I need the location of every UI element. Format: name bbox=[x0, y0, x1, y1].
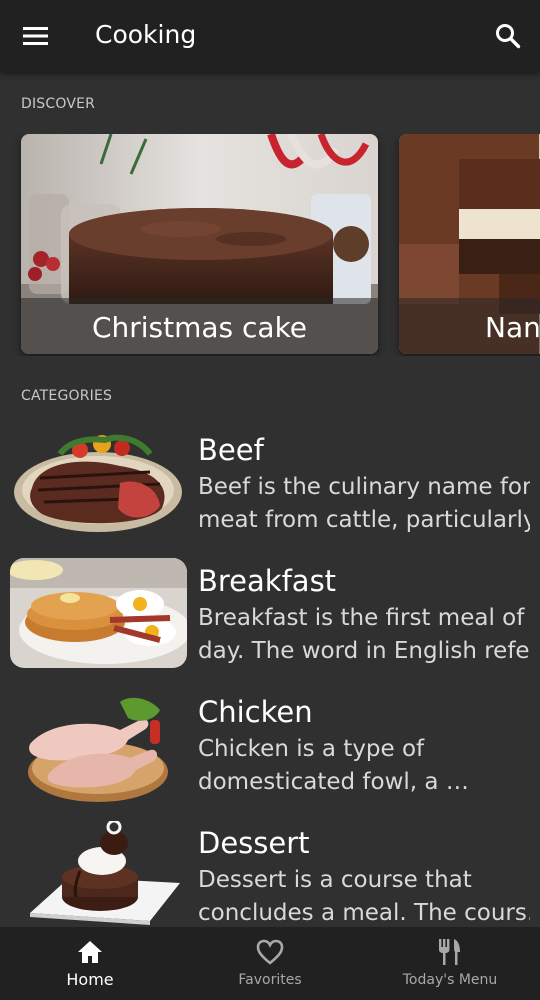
category-description-line-1: Dessert is a course that bbox=[198, 867, 472, 893]
category-name: Beef bbox=[198, 433, 264, 467]
category-description-line-2: day. The word in English refe… bbox=[198, 638, 530, 664]
discover-card-title: Christmas cake bbox=[91, 311, 308, 344]
category-name: Chicken bbox=[198, 695, 313, 729]
category-description-line-2: concludes a meal. The cours… bbox=[198, 900, 530, 926]
category-row-breakfast[interactable]: Breakfast Breakfast is the first meal of… bbox=[0, 551, 540, 681]
discover-section-label: DISCOVER bbox=[21, 96, 96, 112]
discover-card[interactable]: Christmas cake bbox=[21, 134, 378, 354]
nav-label-todays-menu: Today's Menu bbox=[402, 972, 498, 988]
category-description-line-1: Breakfast is the first meal of a bbox=[198, 605, 530, 631]
category-description-line-2: domesticated fowl, a … bbox=[198, 769, 469, 795]
category-name: Dessert bbox=[198, 826, 310, 860]
app-bar: Cooking bbox=[0, 0, 540, 72]
category-description-line-1: Chicken is a type of bbox=[198, 736, 425, 762]
fork-knife-icon bbox=[437, 939, 463, 965]
category-description-line-2: meat from cattle, particularly… bbox=[198, 507, 530, 533]
heart-outline-icon bbox=[256, 939, 284, 965]
nav-tab-favorites[interactable]: Favorites bbox=[180, 927, 360, 1000]
home-icon bbox=[77, 939, 103, 965]
discover-carousel[interactable]: Christmas cake Nan bbox=[0, 134, 540, 356]
beef-thumbnail bbox=[10, 428, 187, 540]
nav-tab-todays-menu[interactable]: Today's Menu bbox=[360, 927, 540, 1000]
discover-card[interactable]: Nan bbox=[399, 134, 540, 354]
search-icon[interactable] bbox=[490, 18, 526, 54]
nav-label-home: Home bbox=[66, 970, 114, 989]
category-row-chicken[interactable]: Chicken Chicken is a type of domesticate… bbox=[0, 682, 540, 812]
dessert-thumbnail bbox=[10, 821, 187, 927]
category-description-line-1: Beef is the culinary name for bbox=[198, 474, 530, 500]
chicken-thumbnail bbox=[10, 690, 187, 802]
category-row-beef[interactable]: Beef Beef is the culinary name for meat … bbox=[0, 420, 540, 550]
category-name: Breakfast bbox=[198, 564, 337, 598]
nav-label-favorites: Favorites bbox=[238, 972, 302, 988]
app-title: Cooking bbox=[95, 20, 197, 49]
nav-tab-home[interactable]: Home bbox=[0, 927, 180, 1000]
category-row-dessert[interactable]: Dessert Dessert is a course that conclud… bbox=[0, 813, 540, 943]
breakfast-thumbnail bbox=[10, 558, 187, 668]
discover-card-title: Nan bbox=[485, 311, 540, 344]
bottom-navigation: Home Favorites Today's Menu bbox=[0, 927, 540, 1000]
categories-section-label: CATEGORIES bbox=[21, 388, 113, 404]
hamburger-menu-icon[interactable] bbox=[18, 20, 54, 52]
